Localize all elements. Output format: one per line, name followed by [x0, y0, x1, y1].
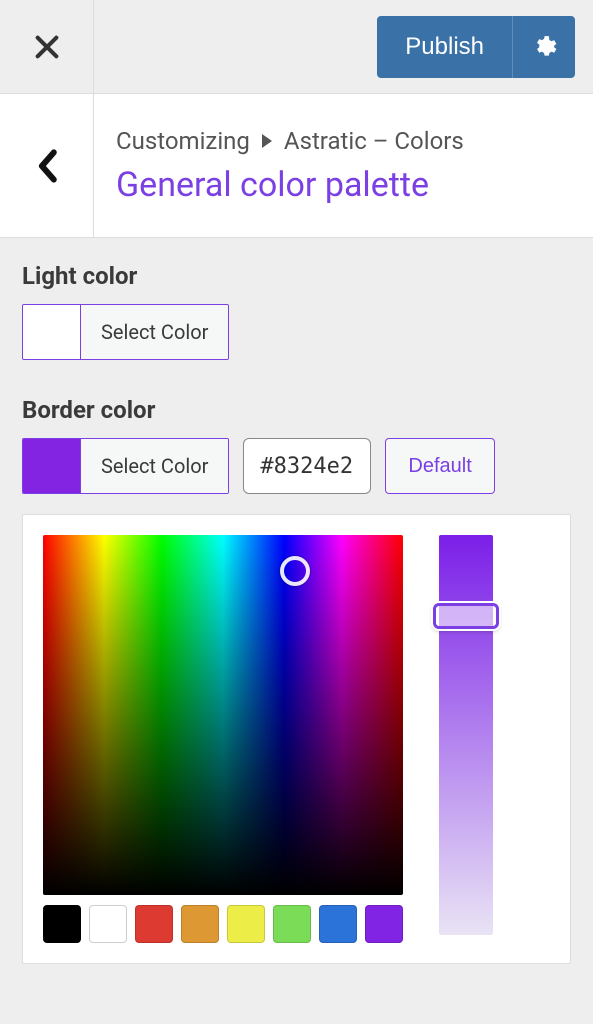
light-color-section: Light color Select Color [22, 262, 571, 360]
top-bar: Publish [0, 0, 593, 94]
breadcrumb-panel: Customizing Astratic – Colors General co… [0, 94, 593, 238]
border-color-swatch [23, 439, 81, 493]
saturation-value-area[interactable] [43, 535, 403, 895]
breadcrumb-root: Customizing [116, 127, 250, 155]
border-color-controls: Select Color Default [22, 438, 571, 494]
close-button[interactable] [0, 0, 94, 93]
border-color-label: Border color [22, 396, 571, 424]
top-bar-actions: Publish [94, 0, 593, 93]
swatch-green[interactable] [273, 905, 311, 943]
hue-slider[interactable] [439, 535, 493, 935]
content-area: Light color Select Color Border color Se… [0, 238, 593, 1024]
border-color-select-button[interactable]: Select Color [22, 438, 229, 494]
default-button[interactable]: Default [385, 438, 494, 494]
breadcrumb-path: Astratic – Colors [284, 127, 464, 155]
swatch-yellow[interactable] [227, 905, 265, 943]
hue-handle[interactable] [433, 603, 499, 629]
breadcrumb-content: Customizing Astratic – Colors General co… [94, 94, 593, 237]
light-color-select-button[interactable]: Select Color [22, 304, 229, 360]
border-color-select-label: Select Color [81, 439, 228, 493]
back-button[interactable] [0, 94, 94, 237]
triangle-right-icon [262, 134, 272, 148]
close-icon [33, 33, 61, 61]
picker-row [43, 535, 550, 943]
preset-swatches-row [43, 905, 403, 943]
swatch-purple[interactable] [365, 905, 403, 943]
swatch-white[interactable] [89, 905, 127, 943]
hex-input[interactable] [243, 438, 371, 494]
light-color-controls: Select Color [22, 304, 571, 360]
picker-left-column [43, 535, 403, 943]
sv-handle[interactable] [280, 556, 310, 586]
gear-icon [531, 34, 557, 60]
chevron-left-icon [36, 149, 58, 183]
publish-button[interactable]: Publish [377, 16, 512, 78]
swatch-blue[interactable] [319, 905, 357, 943]
breadcrumb-trail: Customizing Astratic – Colors [116, 127, 571, 155]
page-title: General color palette [116, 165, 571, 205]
light-color-swatch [23, 305, 81, 359]
swatch-red[interactable] [135, 905, 173, 943]
swatch-black[interactable] [43, 905, 81, 943]
light-color-select-label: Select Color [81, 305, 228, 359]
light-color-label: Light color [22, 262, 571, 290]
settings-button[interactable] [512, 16, 575, 78]
border-color-section: Border color Select Color Default [22, 396, 571, 964]
color-picker-panel [22, 514, 571, 964]
swatch-orange[interactable] [181, 905, 219, 943]
